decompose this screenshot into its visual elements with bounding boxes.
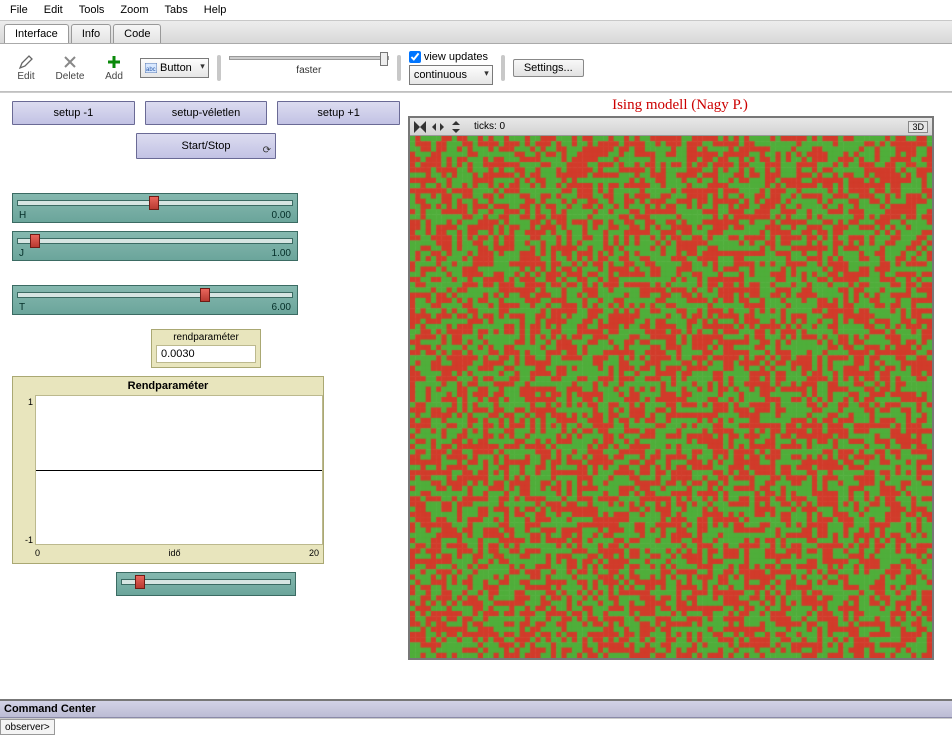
slider-label: J [19, 248, 24, 259]
plot-x-axis: 0 idő 20 [13, 547, 323, 563]
menu-zoom[interactable]: Zoom [114, 2, 154, 18]
x-tick-min: 0 [35, 548, 40, 560]
tab-row: Interface Info Code [0, 21, 952, 44]
svg-text:abc: abc [146, 67, 156, 73]
command-center: Command Center observer> [0, 699, 952, 735]
menu-tools[interactable]: Tools [73, 2, 111, 18]
speed-slider[interactable] [229, 56, 389, 60]
plus-icon [106, 54, 122, 70]
setup-random-button[interactable]: setup-véletlen [145, 101, 268, 125]
crosshair-icon[interactable] [414, 121, 426, 133]
slider-track [17, 238, 293, 244]
slider-value: 6.00 [272, 302, 291, 313]
view-updates-label: view updates [424, 51, 488, 63]
slider-H[interactable]: H 0.00 [12, 193, 298, 223]
view-updates-input[interactable] [409, 51, 421, 63]
update-mode-dropdown[interactable]: continuous [409, 65, 493, 85]
model-title: Ising modell (Nagy P.) [408, 97, 952, 114]
abc-icon: abc [145, 63, 157, 73]
slider-handle[interactable] [135, 575, 145, 589]
pencil-icon [18, 54, 34, 70]
command-prompt[interactable]: observer> [0, 719, 55, 735]
menu-tabs[interactable]: Tabs [159, 2, 194, 18]
slider-handle[interactable] [200, 288, 210, 302]
slider-value: 0.00 [272, 210, 291, 221]
plot-canvas [35, 395, 323, 545]
delete-tool[interactable]: Delete [52, 54, 88, 82]
arrows-horizontal-icon[interactable] [432, 121, 444, 133]
monitor-value: 0.0030 [156, 345, 256, 363]
plot-title: Rendparaméter [13, 377, 323, 395]
settings-button[interactable]: Settings... [513, 59, 584, 77]
tab-info[interactable]: Info [71, 24, 111, 43]
add-label: Add [105, 71, 123, 82]
slider-extra[interactable] [116, 572, 296, 596]
setup-minus1-button[interactable]: setup -1 [12, 101, 135, 125]
menu-help[interactable]: Help [198, 2, 233, 18]
slider-track [17, 292, 293, 298]
separator [397, 55, 401, 81]
separator [501, 55, 505, 81]
plot-y-axis: 1 átlagos mágnesezettség -1 [13, 395, 35, 547]
menu-file[interactable]: File [4, 2, 34, 18]
speed-label: faster [296, 65, 321, 76]
arrows-vertical-icon[interactable] [450, 121, 462, 133]
menu-bar: File Edit Tools Zoom Tabs Help [0, 0, 952, 21]
toolbar: Edit Delete Add abc Button faster view u… [0, 44, 952, 92]
controls-pane: setup -1 setup-véletlen setup +1 Start/S… [0, 93, 408, 699]
widget-type-label: Button [160, 62, 192, 74]
y-tick-max: 1 [28, 397, 33, 407]
slider-T[interactable]: T 6.00 [12, 285, 298, 315]
slider-label: T [19, 302, 25, 313]
command-center-title: Command Center [0, 701, 952, 718]
start-stop-button[interactable]: Start/Stop [136, 133, 276, 159]
slider-track [121, 579, 291, 585]
view-updates-checkbox[interactable]: view updates [409, 51, 493, 63]
slider-value: 1.00 [272, 248, 291, 259]
setup-plus1-button[interactable]: setup +1 [277, 101, 400, 125]
3d-button[interactable]: 3D [908, 121, 928, 133]
tab-code[interactable]: Code [113, 24, 161, 43]
plot-series-line [36, 470, 322, 471]
add-tool[interactable]: Add [96, 54, 132, 82]
tab-interface[interactable]: Interface [4, 24, 69, 43]
widget-type-dropdown[interactable]: abc Button [140, 58, 209, 78]
slider-handle[interactable] [149, 196, 159, 210]
speed-knob[interactable] [380, 52, 388, 66]
monitor-rendparameter: rendparaméter 0.0030 [151, 329, 261, 368]
delete-label: Delete [56, 71, 85, 82]
view-pane: Ising modell (Nagy P.) ticks: 0 3D [408, 93, 952, 699]
setup-button-row: setup -1 setup-véletlen setup +1 [12, 101, 400, 125]
main-area: setup -1 setup-véletlen setup +1 Start/S… [0, 92, 952, 699]
slider-J[interactable]: J 1.00 [12, 231, 298, 261]
x-tick-max: 20 [309, 548, 319, 560]
slider-label: H [19, 210, 26, 221]
ticks-label: ticks: 0 [474, 121, 505, 132]
y-tick-min: -1 [25, 535, 33, 545]
view-header: ticks: 0 3D [410, 118, 932, 136]
world-view-frame: ticks: 0 3D [408, 116, 934, 660]
edit-label: Edit [17, 71, 34, 82]
world-canvas[interactable] [410, 136, 932, 658]
edit-tool[interactable]: Edit [8, 54, 44, 82]
plot-rendparameter: Rendparaméter 1 átlagos mágnesezettség -… [12, 376, 324, 564]
separator [217, 55, 221, 81]
menu-edit[interactable]: Edit [38, 2, 69, 18]
command-input[interactable] [55, 719, 952, 735]
slider-handle[interactable] [30, 234, 40, 248]
monitor-label: rendparaméter [152, 330, 260, 345]
plot-x-label: idő [168, 548, 180, 560]
x-icon [62, 54, 78, 70]
speed-control: faster [229, 60, 389, 76]
update-mode-label: continuous [414, 69, 467, 81]
